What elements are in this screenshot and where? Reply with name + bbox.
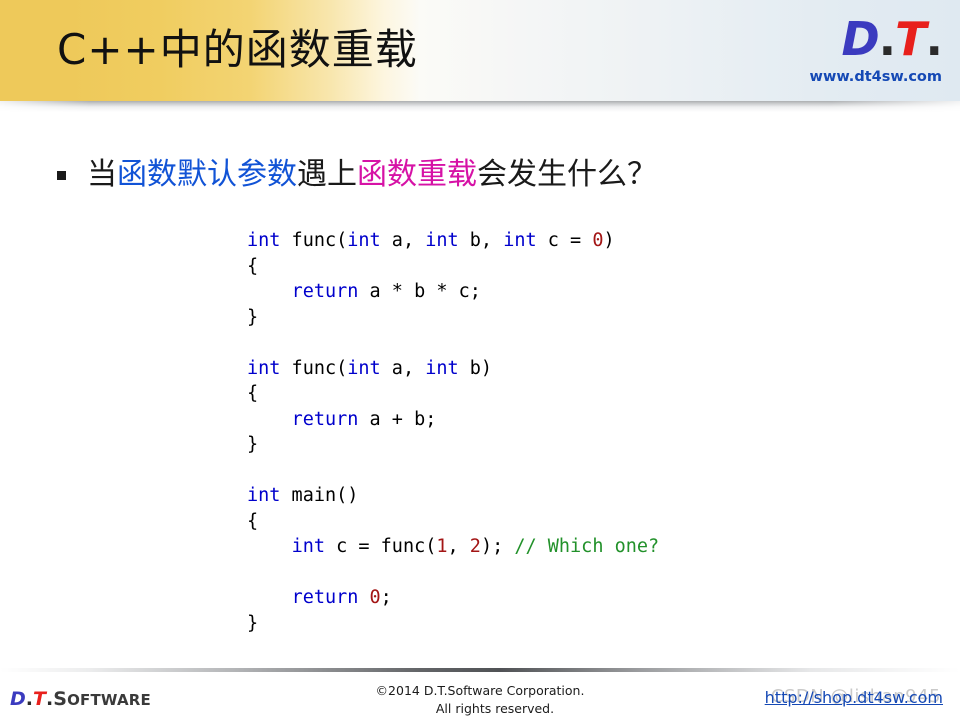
shop-link[interactable]: http://shop.dt4sw.com (765, 688, 943, 708)
code-token-pln: a * b * c; (358, 281, 481, 302)
code-token-pln: ; (380, 587, 392, 608)
square-bullet-icon (57, 171, 66, 180)
code-token-pln: ) (603, 230, 615, 251)
bullet-text-part-5: 会发生什么？ (477, 157, 657, 192)
code-line: } (247, 611, 659, 637)
code-token-kw: return (291, 587, 359, 608)
code-line: } (247, 432, 659, 458)
logo-letter-t: T (895, 12, 926, 66)
code-token-pln: main() (280, 485, 359, 506)
bullet-text-part-1: 当 (87, 157, 117, 192)
code-token-kw: int (347, 357, 381, 379)
brand-logo: D.T. www.dt4sw.com (752, 12, 944, 94)
code-token-kw: int (247, 230, 281, 251)
code-line: int c = func(1, 2); // Which one? (247, 534, 660, 560)
code-line: { (247, 381, 659, 407)
bullet-item-label: 当函数默认参数遇上函数重载会发生什么？ (87, 155, 657, 195)
page-title: C++中的函数重载 (57, 25, 418, 74)
code-token-num: 0 (369, 587, 381, 608)
code-line: int func(int a, int b, int c = 0) (247, 228, 659, 254)
code-token-pln (247, 536, 292, 557)
code-token-pln (358, 587, 369, 608)
code-token-pln: } (247, 434, 259, 455)
code-token-pln (247, 587, 292, 608)
code-token-cmt: // Which one? (514, 536, 660, 557)
code-line: return 0; (247, 585, 659, 611)
code-token-pln: c = func( (324, 536, 437, 557)
brand-logo-mark: D.T. (752, 12, 944, 66)
code-line: { (247, 254, 659, 280)
code-token-pln (247, 409, 292, 430)
code-token-num: 1 (436, 536, 448, 557)
code-line: return a * b * c; (247, 279, 659, 305)
code-line: int main() (247, 483, 659, 509)
logo-letter-d: D (841, 12, 879, 66)
code-block: int func(int a, int b, int c = 0){ retur… (247, 228, 659, 636)
code-token-num: 2 (469, 536, 481, 557)
bullet-text-highlight-purple: 函数重载 (357, 157, 477, 192)
bullet-item: 当函数默认参数遇上函数重载会发生什么？ (57, 155, 657, 195)
code-line: return a + b; (247, 407, 659, 433)
code-token-kw: return (291, 408, 359, 430)
logo-dot-2: . (925, 12, 944, 66)
code-token-pln: func( (280, 357, 348, 379)
code-token-kw: int (425, 357, 459, 379)
brand-url: www.dt4sw.com (809, 69, 942, 85)
code-token-pln: ); (480, 536, 515, 557)
code-line: } (247, 305, 659, 331)
code-token-pln: a + b; (358, 408, 437, 430)
bullet-text-part-3: 遇上 (297, 157, 357, 192)
code-token-pln: { (247, 383, 259, 404)
slide-header: C++中的函数重载 D.T. www.dt4sw.com (0, 0, 960, 101)
code-token-kw: int (425, 230, 459, 251)
code-token-pln: { (247, 255, 259, 277)
code-token-pln: b, (458, 230, 504, 251)
code-token-pln: func( (280, 230, 348, 251)
code-line: int func(int a, int b) (247, 356, 659, 382)
code-token-pln: c = (536, 230, 593, 251)
code-token-pln: { (247, 510, 259, 532)
code-line: { (247, 509, 659, 535)
code-token-num: 0 (592, 230, 604, 251)
code-token-pln: } (247, 612, 259, 634)
code-token-pln: } (247, 306, 259, 328)
code-token-kw: return (291, 281, 359, 302)
code-token-pln: a, (380, 230, 426, 251)
code-token-kw: int (291, 536, 325, 557)
code-token-kw: int (247, 485, 281, 506)
code-token-pln (247, 281, 292, 302)
header-shadow-divider (0, 101, 960, 112)
code-token-kw: int (503, 230, 537, 251)
code-token-pln: b) (458, 357, 493, 379)
code-token-kw: int (347, 230, 381, 251)
bullet-text-highlight-blue: 函数默认参数 (117, 157, 297, 192)
code-token-pln: a, (380, 357, 426, 379)
code-token-pln: , (447, 536, 470, 557)
logo-dot-1: . (878, 12, 897, 66)
code-token-kw: int (247, 357, 281, 379)
